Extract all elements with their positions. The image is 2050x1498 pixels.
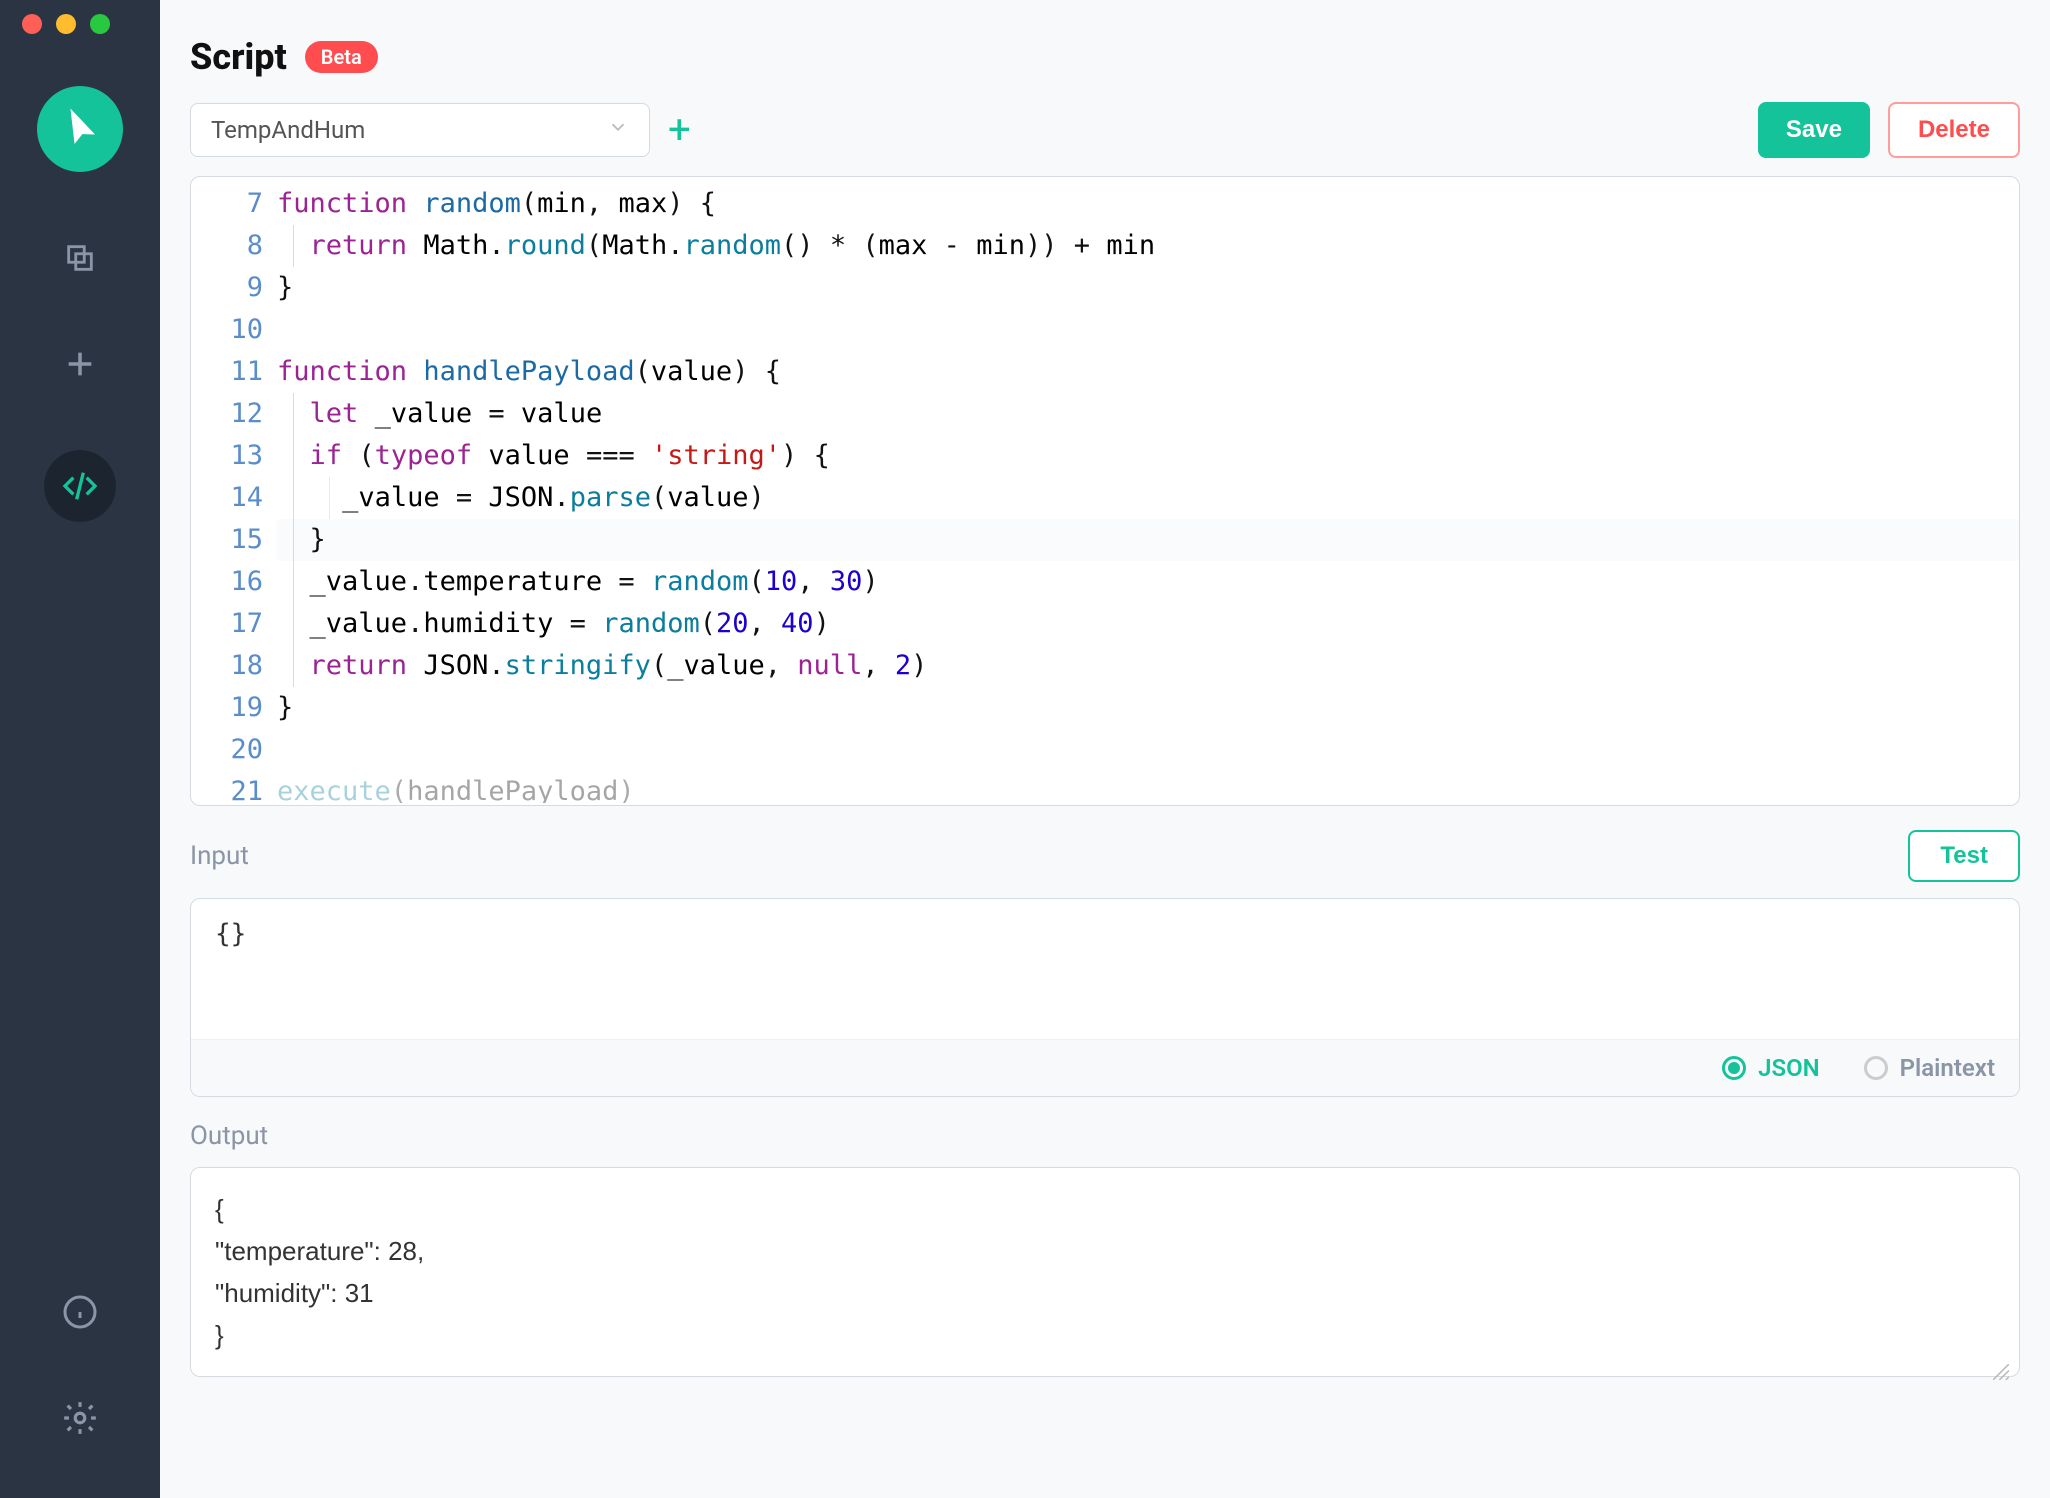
main-content: Script Beta TempAndHum + Save Delete 789… bbox=[160, 0, 2050, 1498]
test-button[interactable]: Test bbox=[1908, 830, 2020, 882]
code-editor[interactable]: 789101112131415161718192021 function ran… bbox=[190, 176, 2020, 806]
maximize-window-icon[interactable] bbox=[90, 14, 110, 34]
minimize-window-icon[interactable] bbox=[56, 14, 76, 34]
input-panel: {} JSON Plaintext bbox=[190, 898, 2020, 1097]
input-label: Input bbox=[190, 841, 249, 871]
format-plaintext-radio[interactable]: Plaintext bbox=[1864, 1054, 1995, 1082]
window-controls bbox=[22, 14, 110, 34]
script-selector[interactable]: TempAndHum bbox=[190, 103, 650, 157]
output-label: Output bbox=[190, 1121, 268, 1151]
output-text: { "temperature": 28, "humidity": 31} bbox=[215, 1188, 1995, 1356]
close-window-icon[interactable] bbox=[22, 14, 42, 34]
info-icon[interactable] bbox=[60, 1292, 100, 1332]
delete-button[interactable]: Delete bbox=[1888, 102, 2020, 158]
radio-unselected-icon bbox=[1864, 1056, 1888, 1080]
gear-icon[interactable] bbox=[60, 1398, 100, 1438]
code-content[interactable]: function random(min, max) { return Math.… bbox=[277, 183, 2019, 805]
script-selector-value: TempAndHum bbox=[211, 116, 365, 144]
sidebar bbox=[0, 0, 160, 1498]
code-icon[interactable] bbox=[44, 450, 116, 522]
app-logo[interactable] bbox=[37, 86, 123, 172]
format-json-radio[interactable]: JSON bbox=[1722, 1054, 1820, 1082]
beta-badge: Beta bbox=[305, 41, 378, 73]
format-json-label: JSON bbox=[1758, 1054, 1820, 1082]
page-title: Script bbox=[190, 36, 287, 78]
format-plaintext-label: Plaintext bbox=[1900, 1054, 1995, 1082]
line-numbers: 789101112131415161718192021 bbox=[191, 183, 277, 805]
plus-icon[interactable] bbox=[60, 344, 100, 384]
output-panel: { "temperature": 28, "humidity": 31} bbox=[190, 1167, 2020, 1377]
save-button[interactable]: Save bbox=[1758, 102, 1870, 158]
radio-selected-icon bbox=[1722, 1056, 1746, 1080]
input-textarea[interactable]: {} bbox=[191, 899, 2019, 1039]
add-script-button[interactable]: + bbox=[668, 110, 691, 150]
copy-icon[interactable] bbox=[60, 238, 100, 278]
chevron-down-icon bbox=[607, 116, 629, 144]
resize-handle-icon[interactable] bbox=[1993, 1350, 2013, 1370]
